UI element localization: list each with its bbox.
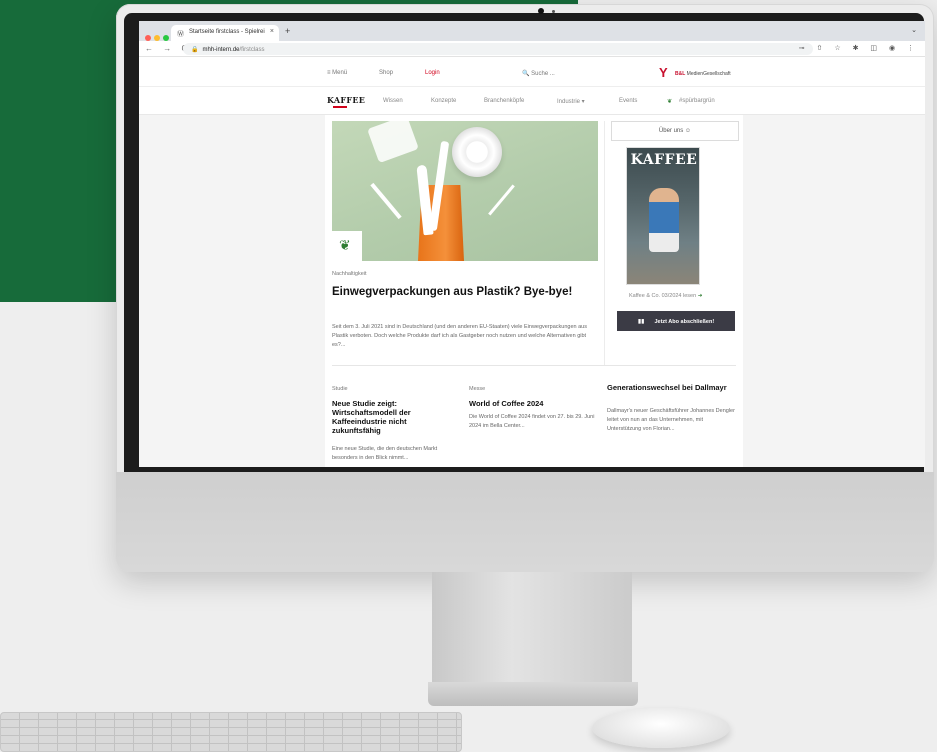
publisher-logo-mark-icon: Y	[659, 65, 668, 80]
nav-item-spuerbargruen[interactable]: #spürbargrün	[679, 98, 715, 104]
article-category: Messe	[469, 386, 486, 392]
article-headline[interactable]: Neue Studie zeigt: Wirtschaftsmodell der…	[332, 399, 456, 435]
url-field[interactable]: 🔒 mhh-intern.de/firstclass	[183, 43, 813, 55]
url-path: /firstclass	[239, 47, 265, 53]
featured-excerpt: Seit dem 3. Juli 2021 sind in Deutschlan…	[332, 324, 587, 348]
kaffee-logo[interactable]: KAFFEE	[327, 95, 365, 108]
main-content: ❦ Nachhaltigkeit Einwegverpackungen aus …	[325, 115, 743, 467]
camera	[538, 7, 564, 15]
article-category: Studie	[332, 386, 348, 392]
url-host: mhh-intern.de	[202, 47, 240, 53]
login-link[interactable]: Login	[425, 70, 440, 76]
section-divider	[332, 365, 736, 366]
image-plastic-plate	[452, 127, 502, 177]
book-icon: ▮▮	[637, 319, 645, 325]
browser-tab-active[interactable]: Ⓦ Startseite firstclass - Spielrei ×	[171, 25, 279, 41]
publisher-prefix: B&L	[675, 71, 686, 77]
monitor-stand-foot	[428, 682, 638, 706]
magazine-cover[interactable]: KAFFEE	[626, 147, 700, 285]
about-us-button[interactable]: Über uns ☺	[611, 121, 739, 141]
article-excerpt: Eine neue Studie, die den deutschen Mark…	[332, 446, 438, 461]
image-straw	[488, 184, 515, 216]
nav-item-wissen[interactable]: Wissen	[383, 98, 403, 104]
new-tab-button[interactable]: +	[285, 26, 290, 36]
nav-item-branchenkoepfe[interactable]: Branchenköpfe	[484, 98, 524, 104]
magazine-cover-person	[649, 188, 679, 252]
leaf-icon: ❦	[339, 237, 351, 253]
article-headline[interactable]: Generationswechsel bei Dallmayr	[607, 383, 735, 392]
site-top-navigation: ≡ Menü Shop Login 🔍 Suche ... Y B&L Medi…	[139, 57, 925, 87]
monitor-chin	[116, 472, 934, 572]
section-navigation: KAFFEE Wissen Konzepte Branchenköpfe Ind…	[139, 87, 925, 115]
shop-link[interactable]: Shop	[379, 70, 393, 76]
leaf-icon: ❦	[667, 99, 673, 105]
browser-window: Ⓦ Startseite firstclass - Spielrei × + ⌄…	[139, 21, 925, 467]
publisher-name: MedienGesellschaft	[686, 71, 731, 77]
web-page: ≡ Menü Shop Login 🔍 Suche ... Y B&L Medi…	[139, 57, 925, 467]
nav-item-events[interactable]: Events	[619, 98, 637, 104]
browser-toolbar-icons[interactable]: ⊸ ⇧ ☆ ✱ ◫ ◉ ⋮	[799, 44, 919, 52]
article-excerpt: Die World of Coffee 2024 findet von 27. …	[469, 414, 595, 429]
featured-category: Nachhaltigkeit	[332, 271, 367, 277]
sustainability-badge: ❦	[332, 231, 362, 261]
monitor-stand	[432, 572, 632, 682]
featured-article-image[interactable]: ❦	[332, 121, 598, 261]
tab-close-icon[interactable]: ×	[270, 28, 274, 35]
address-bar: ← → C 🔒 mhh-intern.de/firstclass ⊸ ⇧ ☆ ✱ …	[139, 41, 925, 57]
subscribe-button[interactable]: ▮▮ Jetzt Abo abschließen!	[617, 311, 735, 331]
article-excerpt: Dallmayr's neuer Geschäftsführer Johanne…	[607, 408, 735, 432]
logo-underline	[333, 106, 347, 108]
tab-bar: Ⓦ Startseite firstclass - Spielrei × + ⌄	[139, 21, 925, 41]
mouse	[592, 708, 730, 748]
sidebar-divider	[604, 121, 605, 365]
camera-lens	[538, 8, 544, 14]
image-straw	[370, 182, 402, 220]
image-plastic-lid	[367, 121, 419, 164]
magazine-cover-title: KAFFEE	[630, 152, 698, 168]
wordpress-icon: Ⓦ	[177, 31, 184, 38]
kaffee-logo-text: KAFFEE	[327, 95, 366, 105]
search-link[interactable]: 🔍 Suche ...	[522, 70, 555, 77]
camera-light	[552, 10, 555, 13]
keyboard	[0, 712, 462, 752]
magazine-read-link[interactable]: Kaffee & Co. 03/2024 lesen ➜	[629, 293, 702, 299]
menu-button[interactable]: ≡ Menü	[327, 70, 347, 76]
lock-icon: 🔒	[191, 47, 199, 53]
nav-item-industrie[interactable]: Industrie ▾	[557, 98, 585, 105]
featured-headline[interactable]: Einwegverpackungen aus Plastik? Bye-bye!	[332, 285, 598, 299]
arrow-right-icon: ➜	[697, 293, 703, 299]
tab-list-chevron-icon[interactable]: ⌄	[911, 26, 917, 34]
nav-item-konzepte[interactable]: Konzepte	[431, 98, 456, 104]
article-headline[interactable]: World of Coffee 2024	[469, 399, 599, 408]
tab-title: Startseite firstclass - Spielrei	[189, 29, 265, 35]
